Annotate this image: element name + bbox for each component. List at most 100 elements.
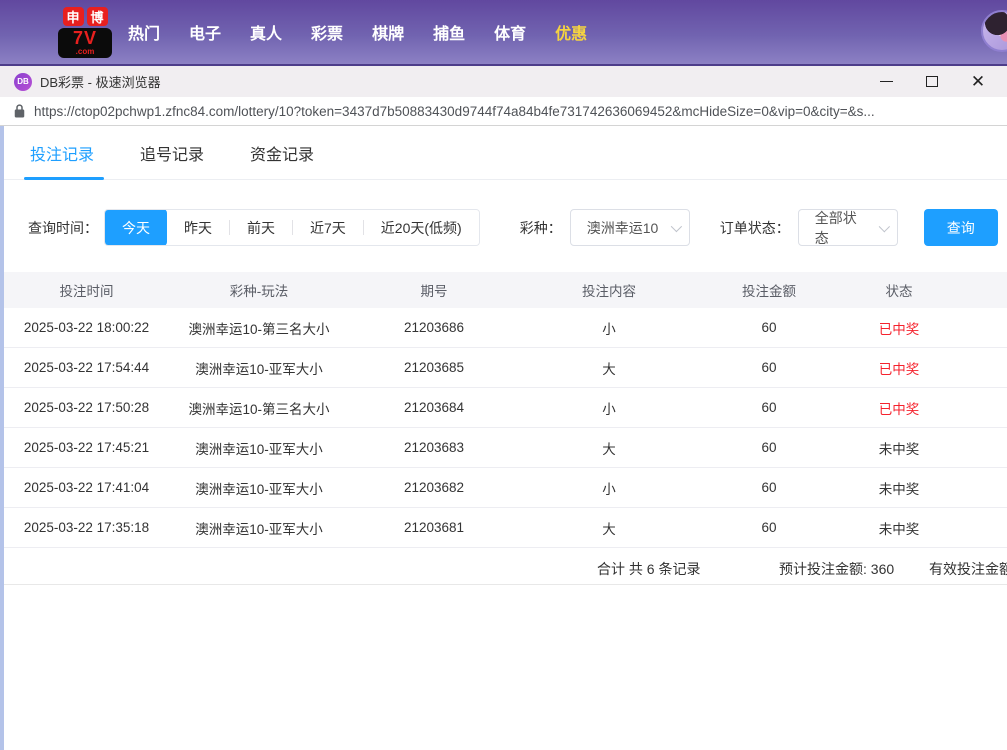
cell-game-play: 澳洲幸运10-第三名大小 [169, 398, 349, 418]
menu-item-sports[interactable]: 体育 [494, 20, 526, 44]
cell-amount: 60 [699, 360, 839, 375]
cell-amount: 60 [699, 480, 839, 495]
cell-content: 大 [519, 438, 699, 458]
cell-status: 未中奖 [839, 438, 959, 458]
time-option-today[interactable]: 今天 [105, 209, 167, 246]
address-bar[interactable]: https://ctop02pchwp1.zfnc84.com/lottery/… [0, 97, 1007, 126]
menu-item-live[interactable]: 真人 [250, 20, 282, 44]
time-option-yesterday[interactable]: 昨天 [167, 209, 229, 246]
cell-bet-time: 2025-03-22 17:50:28 [4, 400, 169, 415]
tab-bet-records-label: 投注记录 [30, 147, 94, 164]
menu-item-hot[interactable]: 热门 [128, 20, 160, 44]
cell-bet-time: 2025-03-22 18:00:22 [4, 320, 169, 335]
chevron-down-icon [879, 221, 890, 232]
cell-status: 已中奖 [839, 398, 959, 418]
time-filter-label: 查询时间： [28, 218, 98, 238]
col-header-content: 投注内容 [519, 280, 699, 300]
status-filter-label: 订单状态： [720, 218, 790, 238]
tab-fund-records-label: 资金记录 [250, 147, 314, 164]
menu-item-chess[interactable]: 棋牌 [372, 20, 404, 44]
lottery-filter-label: 彩种： [520, 218, 562, 238]
col-header-status: 状态 [839, 280, 959, 300]
table-row: 2025-03-22 17:50:28 澳洲幸运10-第三名大小 2120368… [4, 388, 1007, 428]
col-header-amount: 投注金额 [699, 280, 839, 300]
cell-bet-time: 2025-03-22 17:35:18 [4, 520, 169, 535]
cell-game-play: 澳洲幸运10-亚军大小 [169, 518, 349, 538]
table-row: 2025-03-22 17:41:04 澳洲幸运10-亚军大小 21203682… [4, 468, 1007, 508]
cell-amount: 60 [699, 520, 839, 535]
cell-status: 已中奖 [839, 358, 959, 378]
table-row: 2025-03-22 17:45:21 澳洲幸运10-亚军大小 21203683… [4, 428, 1007, 468]
time-option-20days[interactable]: 近20天(低频) [364, 209, 479, 246]
cell-bet-time: 2025-03-22 17:45:21 [4, 440, 169, 455]
cell-game-play: 澳洲幸运10-第三名大小 [169, 318, 349, 338]
table-row: 2025-03-22 17:35:18 澳洲幸运10-亚军大小 21203681… [4, 508, 1007, 548]
chevron-down-icon [670, 220, 681, 231]
cell-game-play: 澳洲幸运10-亚军大小 [169, 478, 349, 498]
main-menu: 热门 电子 真人 彩票 棋牌 捕鱼 体育 优惠 [128, 20, 587, 44]
cell-game-play: 澳洲幸运10-亚军大小 [169, 438, 349, 458]
cell-issue: 21203686 [349, 320, 519, 335]
window-title: DB彩票 - 极速浏览器 [40, 72, 161, 91]
cell-status: 未中奖 [839, 518, 959, 538]
col-header-game-play: 彩种-玩法 [169, 280, 349, 300]
tab-bet-records[interactable]: 投注记录 [30, 141, 94, 179]
site-logo-badges: 申 博 [63, 7, 108, 26]
cell-amount: 60 [699, 440, 839, 455]
cell-bet-time: 2025-03-22 17:54:44 [4, 360, 169, 375]
logo-com-text: .com [76, 48, 95, 56]
time-option-day-before[interactable]: 前天 [230, 209, 292, 246]
tab-fund-records[interactable]: 资金记录 [250, 141, 314, 179]
summary-total-records: 合计 共 6 条记录 [597, 559, 700, 579]
tab-bar: 投注记录 追号记录 资金记录 [4, 126, 1007, 180]
summary-expected-amount: 预计投注金额: 360 [779, 559, 894, 579]
user-avatar[interactable] [981, 10, 1007, 52]
cell-issue: 21203683 [349, 440, 519, 455]
logo-7v-text: 7V [73, 29, 97, 47]
table-row: 2025-03-22 17:54:44 澳洲幸运10-亚军大小 21203685… [4, 348, 1007, 388]
cell-content: 大 [519, 358, 699, 378]
col-header-bet-time: 投注时间 [4, 280, 169, 300]
time-filter-group: 今天 昨天 前天 近7天 近20天(低频) [104, 209, 480, 246]
maximize-icon [926, 76, 938, 87]
site-logo[interactable]: 申 博 7V .com [58, 7, 112, 58]
cell-game-play: 澳洲幸运10-亚军大小 [169, 358, 349, 378]
lock-icon [14, 104, 25, 118]
menu-item-slots[interactable]: 电子 [189, 20, 221, 44]
cell-issue: 21203681 [349, 520, 519, 535]
logo-char-1: 申 [63, 7, 84, 26]
search-button[interactable]: 查询 [924, 209, 998, 246]
minimize-button[interactable] [871, 70, 901, 94]
cell-issue: 21203682 [349, 480, 519, 495]
url-text: https://ctop02pchwp1.zfnc84.com/lottery/… [34, 104, 875, 119]
browser-app-icon: DB [14, 73, 32, 91]
cell-content: 小 [519, 318, 699, 338]
lottery-select-value: 澳洲幸运10 [587, 218, 659, 238]
menu-item-lottery[interactable]: 彩票 [311, 20, 343, 44]
summary-valid-amount: 有效投注金额: 360 [929, 559, 1007, 579]
cell-amount: 60 [699, 320, 839, 335]
cell-status: 已中奖 [839, 318, 959, 338]
lottery-select[interactable]: 澳洲幸运10 [570, 209, 690, 246]
col-header-issue: 期号 [349, 280, 519, 300]
table-header: 投注时间 彩种-玩法 期号 投注内容 投注金额 状态 [4, 272, 1007, 308]
close-button[interactable]: ✕ [963, 70, 993, 94]
cell-bet-time: 2025-03-22 17:41:04 [4, 480, 169, 495]
window-controls: ✕ [871, 70, 993, 94]
order-status-select[interactable]: 全部状态 [798, 209, 898, 246]
cell-status: 未中奖 [839, 478, 959, 498]
close-icon: ✕ [971, 73, 985, 90]
time-option-7days[interactable]: 近7天 [293, 209, 363, 246]
cell-issue: 21203685 [349, 360, 519, 375]
menu-item-promo[interactable]: 优惠 [555, 20, 587, 44]
maximize-button[interactable] [917, 70, 947, 94]
cell-content: 大 [519, 518, 699, 538]
cell-amount: 60 [699, 400, 839, 415]
tab-chase-records[interactable]: 追号记录 [140, 141, 204, 179]
page-content: 投注记录 追号记录 资金记录 查询时间： 今天 昨天 前天 近7天 近20天(低… [0, 126, 1007, 750]
active-tab-underline [24, 177, 104, 180]
logo-char-2: 博 [87, 7, 108, 26]
order-status-value: 全部状态 [815, 208, 867, 248]
cell-content: 小 [519, 478, 699, 498]
menu-item-fishing[interactable]: 捕鱼 [433, 20, 465, 44]
